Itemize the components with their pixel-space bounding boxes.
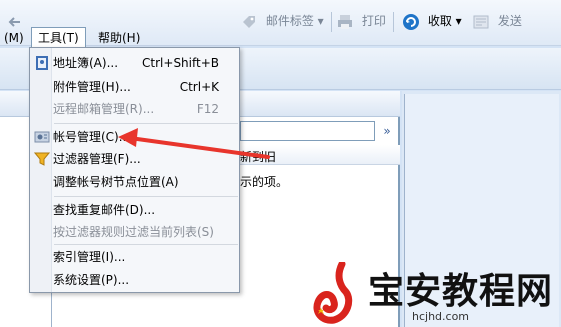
account-manager-icon bbox=[34, 131, 50, 143]
menu-item-label: 过滤器管理(F)... bbox=[53, 152, 141, 166]
menu-item-label: 地址簿(A)... bbox=[53, 56, 119, 70]
chevron-down-icon: ▾ bbox=[455, 14, 462, 28]
menu-item-shortcut: Ctrl+Shift+B bbox=[142, 56, 219, 70]
back-button[interactable] bbox=[6, 10, 28, 32]
watermark-url: hcjhd.com bbox=[412, 310, 470, 323]
menu-separator bbox=[54, 244, 238, 245]
menu-item-adjust-account-tree[interactable]: 调整帐号树节点位置(A) bbox=[30, 171, 239, 193]
address-book-icon bbox=[36, 56, 48, 70]
mail-tag-label: 邮件标签 bbox=[265, 14, 314, 28]
empty-list-message: 示的项。 bbox=[240, 175, 289, 189]
tag-icon bbox=[243, 15, 255, 28]
search-input[interactable] bbox=[240, 121, 375, 141]
back-arrow-icon bbox=[8, 16, 20, 27]
print-button[interactable]: 打印 bbox=[336, 10, 386, 32]
toolbar-divider bbox=[331, 12, 332, 32]
watermark-title: 宝安教程网 bbox=[368, 271, 554, 312]
receive-label: 收取 bbox=[427, 14, 452, 28]
menu-item-label: 帐号管理(C)... bbox=[53, 130, 131, 144]
menu-separator bbox=[54, 123, 238, 124]
mail-tag-button[interactable]: 邮件标签 ▾ bbox=[240, 10, 324, 32]
menu-item-label: 附件管理(H)... bbox=[53, 80, 131, 94]
menu-item-address-book[interactable]: 地址簿(A)... Ctrl+Shift+B bbox=[30, 52, 239, 74]
menu-item-filter-current-list[interactable]: 按过滤器规则过滤当前列表(S) bbox=[30, 221, 239, 243]
chevron-double-down-icon[interactable]: » bbox=[378, 122, 396, 140]
send-icon bbox=[473, 15, 489, 28]
menu-item-attachments[interactable]: 附件管理(H)... Ctrl+K bbox=[30, 76, 239, 98]
menu-help[interactable]: 帮助(H) bbox=[92, 28, 146, 48]
menu-item-remote-mailbox[interactable]: 远程邮箱管理(R)... F12 bbox=[30, 98, 239, 120]
menu-item-label: 远程邮箱管理(R)... bbox=[53, 102, 155, 116]
menu-item-shortcut: Ctrl+K bbox=[179, 80, 219, 94]
receive-refresh-icon bbox=[403, 13, 419, 30]
send-button[interactable]: 发送 bbox=[472, 10, 522, 32]
printer-icon bbox=[338, 14, 352, 29]
menu-item-label: 按过滤器规则过滤当前列表(S) bbox=[53, 225, 214, 239]
menu-item-label: 系统设置(P)... bbox=[53, 273, 130, 287]
menu-item-filter-manager[interactable]: 过滤器管理(F)... bbox=[30, 148, 239, 170]
toolbar-divider bbox=[393, 12, 394, 32]
menu-separator bbox=[54, 196, 238, 197]
menu-item-label: 调整帐号树节点位置(A) bbox=[53, 175, 179, 189]
send-label: 发送 bbox=[497, 14, 522, 28]
sort-order-label: 新到旧 bbox=[240, 150, 277, 164]
menu-item-account-manager[interactable]: 帐号管理(C)... bbox=[30, 126, 239, 148]
menu-item-system-settings[interactable]: 系统设置(P)... bbox=[30, 269, 239, 291]
menu-item-label: 查找重复邮件(D)... bbox=[53, 203, 156, 217]
watermark-logo-icon bbox=[313, 262, 353, 324]
chevron-down-icon: ▾ bbox=[317, 14, 324, 28]
menu-item-index-manager[interactable]: 索引管理(I)... bbox=[30, 246, 239, 268]
menu-item-find-duplicates[interactable]: 查找重复邮件(D)... bbox=[30, 199, 239, 221]
print-label: 打印 bbox=[361, 14, 386, 28]
menu-tools[interactable]: 工具(T) bbox=[31, 27, 86, 49]
receive-button[interactable]: 收取 ▾ bbox=[402, 10, 462, 32]
menu-item-shortcut: F12 bbox=[196, 102, 219, 116]
filter-icon bbox=[34, 152, 50, 166]
menu-item-label: 索引管理(I)... bbox=[53, 250, 126, 264]
